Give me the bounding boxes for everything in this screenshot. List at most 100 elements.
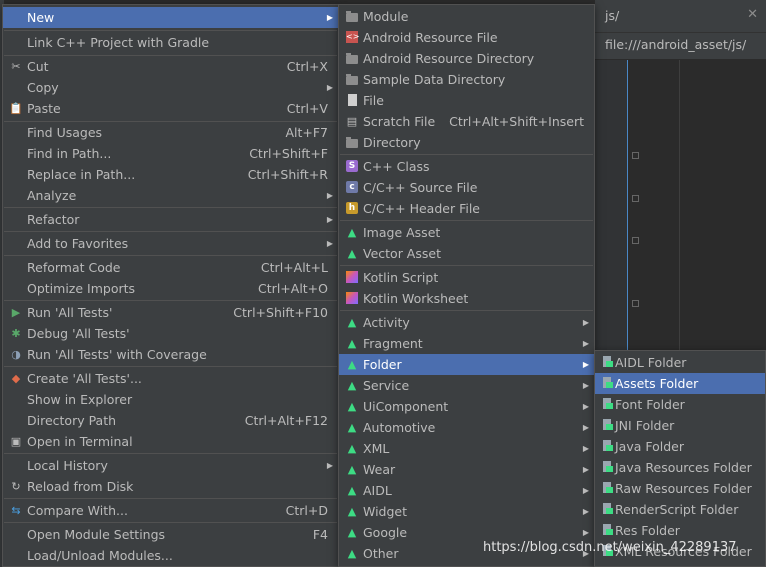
menu-item-compare-with[interactable]: ⇆ Compare With... Ctrl+D <box>3 500 338 521</box>
menu-item-label: Debug 'All Tests' <box>27 326 130 341</box>
menu-item-wear[interactable]: ▲ Wear ▶ <box>339 459 594 480</box>
menu-item-res-folder[interactable]: Res Folder <box>595 520 765 541</box>
menu-item-raw-resources-folder[interactable]: Raw Resources Folder <box>595 478 765 499</box>
menu-item-scratch-file[interactable]: ▤ Scratch File Ctrl+Alt+Shift+Insert <box>339 111 594 132</box>
watermark-text: https://blog.csdn.net/weixin_42289137 <box>483 540 737 555</box>
menu-item-local-history[interactable]: Local History ▶ <box>3 455 338 476</box>
menu-item-cpp-header-file[interactable]: h C/C++ Header File <box>339 198 594 219</box>
menu-item-reformat-code[interactable]: Reformat Code Ctrl+Alt+L <box>3 257 338 278</box>
menu-separator <box>340 265 593 266</box>
editor-tab[interactable]: js/ ✕ <box>595 0 766 33</box>
submenu-arrow-icon: ▶ <box>582 423 589 432</box>
menu-item-directory-path[interactable]: Directory Path Ctrl+Alt+F12 <box>3 410 338 431</box>
menu-item-assets-folder[interactable]: Assets Folder <box>595 373 765 394</box>
menu-item-replace-in-path[interactable]: Replace in Path... Ctrl+Shift+R <box>3 164 338 185</box>
menu-item-android-resource-directory[interactable]: Android Resource Directory <box>339 48 594 69</box>
close-icon[interactable]: ✕ <box>747 7 758 22</box>
menu-item-uicomponent[interactable]: ▲ UiComponent ▶ <box>339 396 594 417</box>
menu-separator <box>4 522 337 523</box>
menu-item-find-in-path[interactable]: Find in Path... Ctrl+Shift+F <box>3 143 338 164</box>
menu-item-kotlin-worksheet[interactable]: Kotlin Worksheet <box>339 288 594 309</box>
menu-item-cpp-source-file[interactable]: c C/C++ Source File <box>339 177 594 198</box>
cpp-source-icon: c <box>345 180 359 194</box>
menu-item-label: Reformat Code <box>27 260 121 275</box>
android-resource-file-icon: <> <box>346 31 360 43</box>
submenu-arrow-icon: ▶ <box>326 13 333 22</box>
menu-item-label: XML <box>363 441 390 456</box>
menu-item-paste[interactable]: 📋 Paste Ctrl+V <box>3 98 338 119</box>
menu-item-copy[interactable]: Copy ▶ <box>3 77 338 98</box>
menu-item-java-resources-folder[interactable]: Java Resources Folder <box>595 457 765 478</box>
menu-item-shortcut: Ctrl+Alt+L <box>260 260 328 275</box>
menu-item-service[interactable]: ▲ Service ▶ <box>339 375 594 396</box>
menu-item-optimize-imports[interactable]: Optimize Imports Ctrl+Alt+O <box>3 278 338 299</box>
android-icon: ▲ <box>347 462 357 476</box>
menu-item-shortcut: Ctrl+X <box>286 59 328 74</box>
menu-item-show-in-explorer[interactable]: Show in Explorer <box>3 389 338 410</box>
menu-item-open-in-terminal[interactable]: ▣ Open in Terminal <box>3 431 338 452</box>
menu-item-load-unload-modules[interactable]: Load/Unload Modules... <box>3 545 338 566</box>
menu-item-widget[interactable]: ▲ Widget ▶ <box>339 501 594 522</box>
menu-item-debug-all-tests[interactable]: ✱ Debug 'All Tests' <box>3 323 338 344</box>
menu-item-directory[interactable]: Directory <box>339 132 594 153</box>
menu-item-label: Java Folder <box>615 439 685 454</box>
menu-item-android-resource-file[interactable]: <> Android Resource File <box>339 27 594 48</box>
android-icon: ▲ <box>347 225 357 239</box>
menu-item-kotlin-script[interactable]: Kotlin Script <box>339 267 594 288</box>
menu-item-label: Vector Asset <box>363 246 441 261</box>
submenu-arrow-icon: ▶ <box>582 444 589 453</box>
menu-item-file[interactable]: File <box>339 90 594 111</box>
menu-separator <box>4 300 337 301</box>
menu-item-run-with-coverage[interactable]: ◑ Run 'All Tests' with Coverage <box>3 344 338 365</box>
menu-item-find-usages[interactable]: Find Usages Alt+F7 <box>3 122 338 143</box>
menu-item-aidl-folder[interactable]: AIDL Folder <box>595 352 765 373</box>
menu-item-jni-folder[interactable]: JNI Folder <box>595 415 765 436</box>
android-icon: ▲ <box>347 399 357 413</box>
menu-item-analyze[interactable]: Analyze ▶ <box>3 185 338 206</box>
menu-item-add-to-favorites[interactable]: Add to Favorites ▶ <box>3 233 338 254</box>
menu-item-refactor[interactable]: Refactor ▶ <box>3 209 338 230</box>
menu-item-label: File <box>363 93 384 108</box>
cpp-header-icon: h <box>345 201 359 215</box>
menu-item-create-all-tests[interactable]: ◆ Create 'All Tests'... <box>3 368 338 389</box>
menu-item-new[interactable]: New ▶ <box>3 7 338 28</box>
android-icon: ▲ <box>347 336 357 350</box>
menu-item-fragment[interactable]: ▲ Fragment ▶ <box>339 333 594 354</box>
menu-separator <box>4 255 337 256</box>
fold-marker-icon[interactable] <box>632 152 639 159</box>
menu-item-font-folder[interactable]: Font Folder <box>595 394 765 415</box>
android-icon: ▲ <box>347 357 357 371</box>
android-icon: ▲ <box>347 546 357 560</box>
menu-item-vector-asset[interactable]: ▲ Vector Asset <box>339 243 594 264</box>
android-folder-icon <box>601 397 615 411</box>
menu-item-renderscript-folder[interactable]: RenderScript Folder <box>595 499 765 520</box>
fold-marker-icon[interactable] <box>632 300 639 307</box>
menu-item-automotive[interactable]: ▲ Automotive ▶ <box>339 417 594 438</box>
fold-marker-icon[interactable] <box>632 195 639 202</box>
menu-item-activity[interactable]: ▲ Activity ▶ <box>339 312 594 333</box>
menu-item-folder[interactable]: ▲ Folder ▶ <box>339 354 594 375</box>
menu-item-image-asset[interactable]: ▲ Image Asset <box>339 222 594 243</box>
paste-icon: 📋 <box>9 101 23 115</box>
menu-item-reload-from-disk[interactable]: ↻ Reload from Disk <box>3 476 338 497</box>
run-icon: ▶ <box>11 305 21 319</box>
menu-item-cut[interactable]: ✂ Cut Ctrl+X <box>3 56 338 77</box>
submenu-arrow-icon: ▶ <box>582 465 589 474</box>
menu-separator <box>4 231 337 232</box>
menu-item-java-folder[interactable]: Java Folder <box>595 436 765 457</box>
menu-item-label: Compare With... <box>27 503 128 518</box>
menu-item-aidl[interactable]: ▲ AIDL ▶ <box>339 480 594 501</box>
menu-item-label: Reload from Disk <box>27 479 134 494</box>
menu-item-sample-data-directory[interactable]: Sample Data Directory <box>339 69 594 90</box>
editor-tab-title: js/ <box>605 8 620 23</box>
menu-item-link-cpp[interactable]: Link C++ Project with Gradle <box>3 32 338 53</box>
fold-marker-icon[interactable] <box>632 237 639 244</box>
menu-item-label: RenderScript Folder <box>615 502 739 517</box>
menu-item-cpp-class[interactable]: S C++ Class <box>339 156 594 177</box>
menu-item-module[interactable]: Module <box>339 6 594 27</box>
menu-item-open-module-settings[interactable]: Open Module Settings F4 <box>3 524 338 545</box>
menu-item-xml[interactable]: ▲ XML ▶ <box>339 438 594 459</box>
menu-item-label: AIDL Folder <box>615 355 687 370</box>
menu-separator <box>340 220 593 221</box>
menu-item-run-all-tests[interactable]: ▶ Run 'All Tests' Ctrl+Shift+F10 <box>3 302 338 323</box>
